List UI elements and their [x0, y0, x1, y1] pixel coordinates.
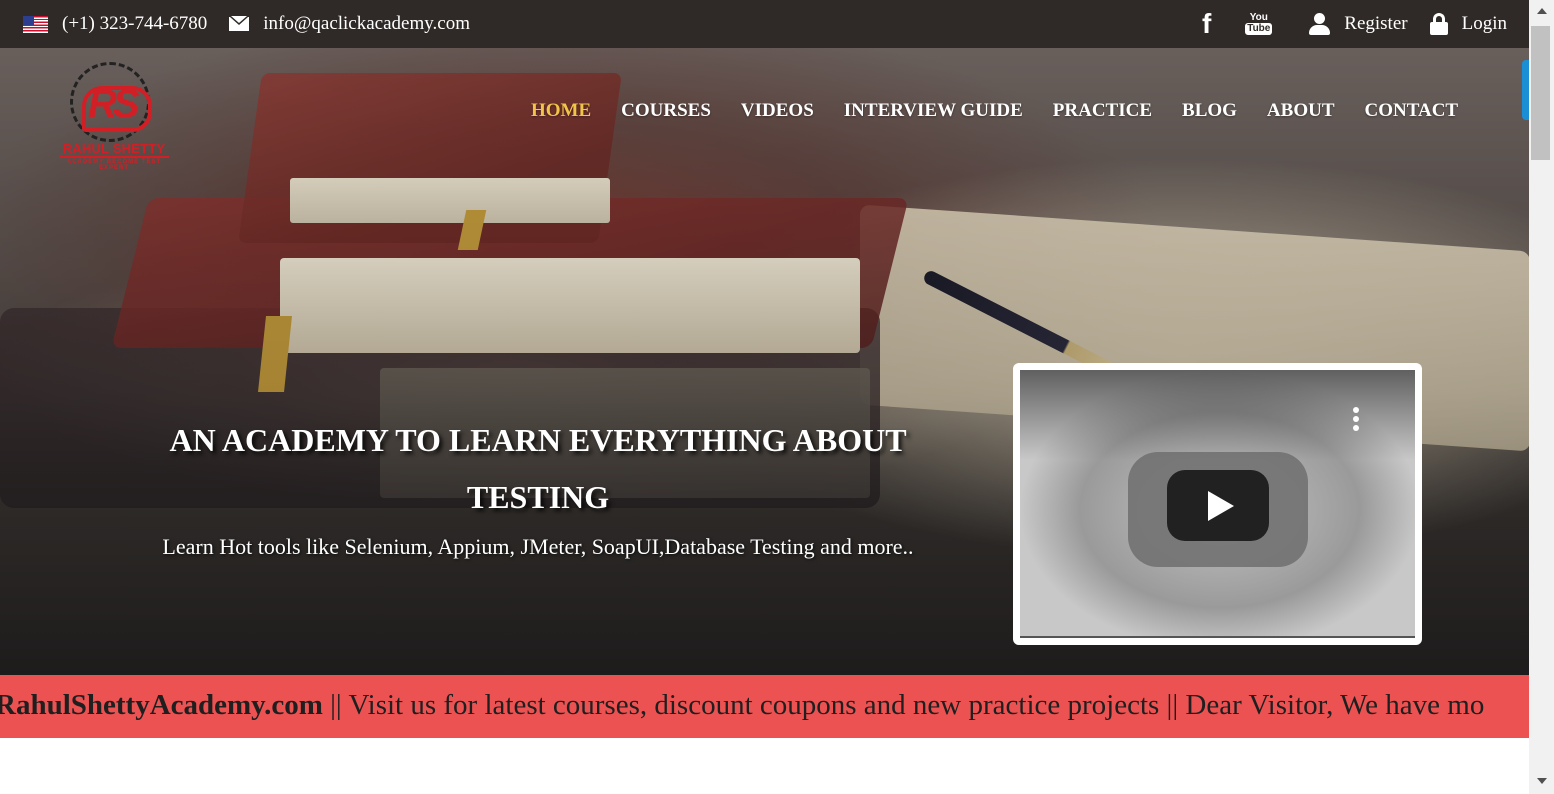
- play-icon[interactable]: [1167, 470, 1269, 541]
- us-flag-icon: [23, 15, 48, 33]
- ticker-message: || Visit us for latest courses, discount…: [322, 689, 1485, 721]
- lock-icon: [1429, 13, 1448, 35]
- nav-blog[interactable]: BLOG: [1182, 100, 1237, 122]
- login-link[interactable]: Login: [1462, 13, 1507, 35]
- nav-home[interactable]: HOME: [531, 100, 591, 122]
- nav-practice[interactable]: PRACTICE: [1053, 100, 1152, 122]
- nav-courses[interactable]: COURSES: [621, 100, 711, 122]
- youtube-icon[interactable]: You Tube: [1245, 10, 1273, 38]
- nav-interview-guide[interactable]: INTERVIEW GUIDE: [844, 100, 1023, 122]
- register-link[interactable]: Register: [1344, 13, 1407, 35]
- logo-tagline: ACADEMY BECOME TEST EXPERT: [66, 159, 162, 171]
- email-link[interactable]: info@qaclickacademy.com: [263, 13, 470, 35]
- nav-about[interactable]: ABOUT: [1267, 100, 1335, 122]
- main-nav: HOME COURSES VIDEOS INTERVIEW GUIDE PRAC…: [531, 100, 1458, 122]
- envelope-icon: [229, 16, 250, 31]
- youtube-icon-top: You: [1249, 12, 1268, 23]
- phone-number: (+1) 323-744-6780: [62, 13, 208, 34]
- hero-title: AN ACADEMY TO LEARN EVERYTHING ABOUT TES…: [169, 422, 907, 515]
- scrollbar-thumb[interactable]: [1531, 26, 1550, 160]
- ticker-site-name: RahulShettyAcademy.com: [0, 689, 323, 721]
- announcement-ticker: RahulShettyAcademy.com || Visit us for l…: [0, 675, 1529, 738]
- logo-name: RAHUL SHETTY: [59, 142, 169, 158]
- scroll-down-icon[interactable]: [1537, 778, 1547, 784]
- youtube-icon-bottom: Tube: [1245, 23, 1273, 35]
- more-vert-icon[interactable]: [1353, 407, 1359, 433]
- video-player[interactable]: [1020, 370, 1415, 638]
- logo-monogram: RS: [88, 82, 140, 126]
- video-embed-frame: [1013, 363, 1422, 645]
- nav-contact[interactable]: CONTACT: [1365, 100, 1459, 122]
- facebook-icon[interactable]: f: [1202, 10, 1211, 38]
- academy-logo[interactable]: RS RAHUL SHETTY ACADEMY BECOME TEST EXPE…: [58, 60, 170, 172]
- scroll-up-icon[interactable]: [1537, 8, 1547, 14]
- hero-subtitle: Learn Hot tools like Selenium, Appium, J…: [162, 534, 914, 559]
- nav-videos[interactable]: VIDEOS: [741, 100, 814, 122]
- user-icon: [1308, 13, 1331, 35]
- top-bar: (+1) 323-744-6780 info@qaclickacademy.co…: [0, 0, 1529, 48]
- side-tab[interactable]: [1522, 60, 1529, 120]
- page-scrollbar[interactable]: [1529, 0, 1554, 794]
